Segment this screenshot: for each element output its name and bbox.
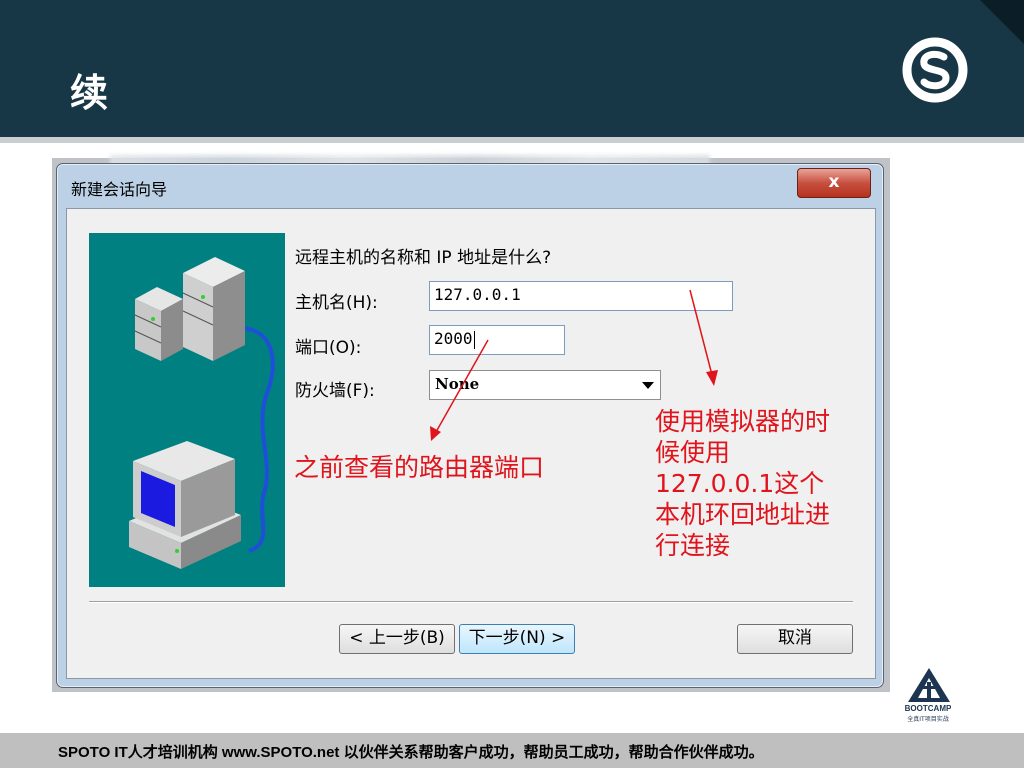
port-label: 端口(O): [295,338,362,358]
port-field[interactable]: 2000 [429,325,565,355]
wizard-illustration [89,233,285,587]
slide-header [0,0,1024,137]
port-value: 2000 [434,329,473,348]
page-corner-fold [980,0,1024,44]
form-question: 远程主机的名称和 IP 地址是什么? [295,248,552,268]
button-separator [89,601,853,603]
firewall-value: None [435,375,480,393]
firewall-label: 防火墙(F): [295,381,375,401]
close-button[interactable]: x [797,168,871,198]
host-annotation: 使用模拟器的时 候使用 127.0.0.1这个 本机环回地址进 行连接 [655,406,830,561]
next-button[interactable]: 下一步(N) > [459,624,575,654]
host-annotation-line: 127.0.0.1这个 [655,469,825,498]
host-annotation-line: 候使用 [655,438,731,467]
spoto-logo-icon [902,37,968,103]
header-divider [0,137,1024,143]
text-caret [473,330,475,349]
firewall-select[interactable]: None [429,370,661,400]
footer-text: SPOTO IT人才培训机构 www.SPOTO.net 以伙伴关系帮助客户成功… [58,744,764,761]
dropdown-arrow-icon[interactable] [642,382,654,389]
host-annotation-line: 本机环回地址进 [655,500,831,529]
back-button[interactable]: < 上一步(B) [339,624,455,654]
host-label: 主机名(H): [295,293,378,313]
bootcamp-subtitle: 全真IT项目实战 [907,716,949,723]
dialog-title: 新建会话向导 [71,180,168,199]
bootcamp-label: BOOTCAMP [904,704,952,713]
port-annotation: 之前查看的路由器端口 [294,453,545,482]
server-icon-small [134,287,183,361]
host-annotation-line: 使用模拟器的时 [655,407,831,436]
host-annotation-line: 行连接 [655,531,731,560]
cancel-button[interactable]: 取消 [737,624,853,654]
slide-title: 续 [70,71,110,115]
server-icon-large [182,257,245,361]
host-field[interactable]: 127.0.0.1 [429,281,733,311]
